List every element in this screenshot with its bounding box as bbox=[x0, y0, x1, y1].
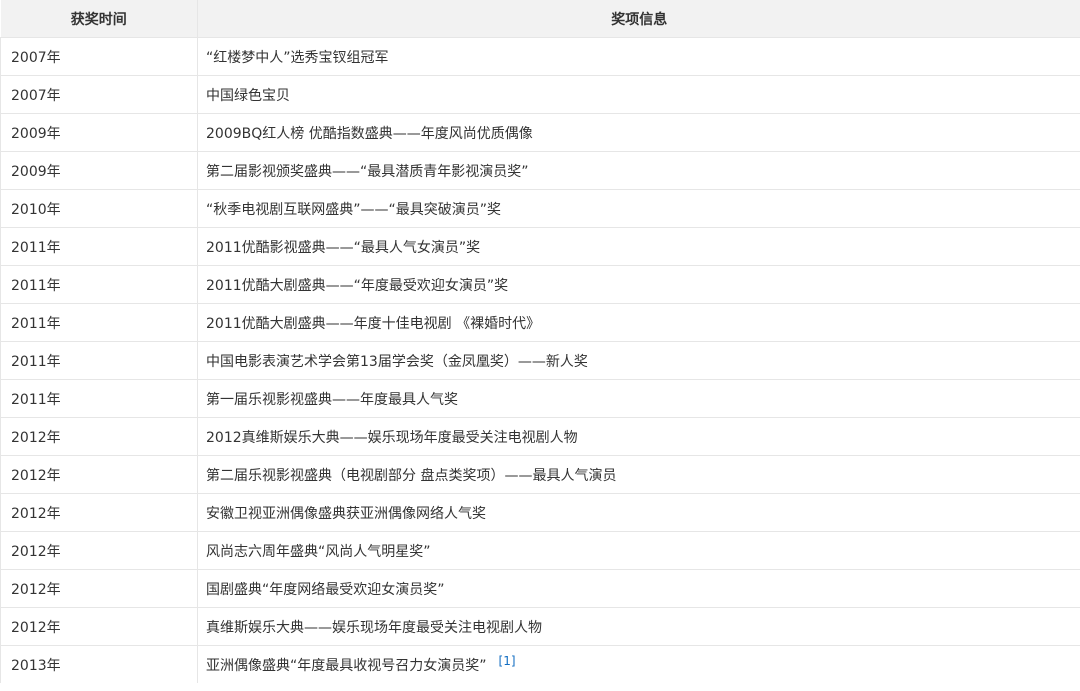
award-info-text: 2011优酷大剧盛典——年度十佳电视剧 《裸婚时代》 bbox=[206, 315, 541, 332]
award-info-text: 安徽卫视亚洲偶像盛典获亚洲偶像网络人气奖 bbox=[206, 505, 486, 522]
award-info-text: “秋季电视剧互联网盛典”——“最具突破演员”奖 bbox=[206, 201, 502, 218]
award-year-cell: 2012年 bbox=[0, 455, 198, 494]
award-info-text: 亚洲偶像盛典“年度最具收视号召力女演员奖” bbox=[206, 658, 487, 674]
award-year-cell: 2007年 bbox=[0, 37, 198, 76]
award-info-cell: 2012真维斯娱乐大典——娱乐现场年度最受关注电视剧人物 bbox=[197, 417, 1080, 456]
table-row: 2007年 “红楼梦中人”选秀宝钗组冠军 bbox=[0, 37, 1080, 76]
award-year-cell: 2011年 bbox=[0, 341, 198, 380]
award-info-text: 2009BQ红人榜 优酷指数盛典——年度风尚优质偶像 bbox=[206, 125, 533, 142]
award-info-cell: 国剧盛典“年度网络最受欢迎女演员奖” bbox=[197, 569, 1080, 608]
table-header-row: 获奖时间 奖项信息 bbox=[0, 0, 1080, 38]
award-info-cell: 2011优酷大剧盛典——年度十佳电视剧 《裸婚时代》 bbox=[197, 303, 1080, 342]
table-row: 2012年 真维斯娱乐大典——娱乐现场年度最受关注电视剧人物 bbox=[0, 607, 1080, 646]
table-row: 2012年 国剧盛典“年度网络最受欢迎女演员奖” bbox=[0, 569, 1080, 608]
award-info-text: 2011优酷影视盛典——“最具人气女演员”奖 bbox=[206, 239, 481, 256]
table-row: 2011年 2011优酷影视盛典——“最具人气女演员”奖 bbox=[0, 227, 1080, 266]
table-row: 2009年 2009BQ红人榜 优酷指数盛典——年度风尚优质偶像 bbox=[0, 113, 1080, 152]
awards-table: 获奖时间 奖项信息 2007年 “红楼梦中人”选秀宝钗组冠军 2007年 中国绿色宝贝… bbox=[0, 0, 1080, 683]
award-year-cell: 2012年 bbox=[0, 417, 198, 456]
table-row: 2012年 风尚志六周年盛典“风尚人气明星奖” bbox=[0, 531, 1080, 570]
award-year-cell: 2007年 bbox=[0, 75, 198, 114]
award-info-text: 第二届影视颁奖盛典——“最具潜质青年影视演员奖” bbox=[206, 163, 529, 180]
award-info-cell: 2011优酷大剧盛典——“年度最受欢迎女演员”奖 bbox=[197, 265, 1080, 304]
table-row: 2010年 “秋季电视剧互联网盛典”——“最具突破演员”奖 bbox=[0, 189, 1080, 228]
award-year-cell: 2012年 bbox=[0, 569, 198, 608]
table-row: 2011年 第一届乐视影视盛典——年度最具人气奖 bbox=[0, 379, 1080, 418]
award-info-cell: “秋季电视剧互联网盛典”——“最具突破演员”奖 bbox=[197, 189, 1080, 228]
table-row: 2011年 2011优酷大剧盛典——年度十佳电视剧 《裸婚时代》 bbox=[0, 303, 1080, 342]
award-year-cell: 2009年 bbox=[0, 151, 198, 190]
award-info-cell: 亚洲偶像盛典“年度最具收视号召力女演员奖” [1] bbox=[198, 646, 1080, 684]
award-info-cell: 安徽卫视亚洲偶像盛典获亚洲偶像网络人气奖 bbox=[197, 493, 1080, 532]
award-year-cell: 2011年 bbox=[0, 303, 198, 342]
table-row: 2011年 中国电影表演艺术学会第13届学会奖（金凤凰奖）——新人奖 bbox=[0, 341, 1080, 380]
award-year-cell: 2010年 bbox=[0, 189, 198, 228]
reference-link[interactable]: [1] bbox=[499, 654, 516, 668]
award-year-cell: 2012年 bbox=[0, 607, 198, 646]
award-info-cell: 第二届乐视影视盛典（电视剧部分 盘点类奖项）——最具人气演员 bbox=[197, 455, 1080, 494]
award-info-text: 国剧盛典“年度网络最受欢迎女演员奖” bbox=[206, 581, 445, 598]
award-info-text: 中国绿色宝贝 bbox=[206, 87, 290, 104]
award-info-cell: 2009BQ红人榜 优酷指数盛典——年度风尚优质偶像 bbox=[197, 113, 1080, 152]
award-info-cell: 中国绿色宝贝 bbox=[197, 75, 1080, 114]
table-row: 2007年 中国绿色宝贝 bbox=[0, 75, 1080, 114]
award-info-cell: 2011优酷影视盛典——“最具人气女演员”奖 bbox=[197, 227, 1080, 266]
table-row: 2009年 第二届影视颁奖盛典——“最具潜质青年影视演员奖” bbox=[0, 151, 1080, 190]
award-year-cell: 2011年 bbox=[0, 379, 198, 418]
award-year-cell: 2012年 bbox=[0, 493, 198, 532]
table-row: 2011年 2011优酷大剧盛典——“年度最受欢迎女演员”奖 bbox=[0, 265, 1080, 304]
award-info-text: 第一届乐视影视盛典——年度最具人气奖 bbox=[206, 391, 458, 408]
award-info-cell: 中国电影表演艺术学会第13届学会奖（金凤凰奖）——新人奖 bbox=[197, 341, 1080, 380]
table-row: 2012年 2012真维斯娱乐大典——娱乐现场年度最受关注电视剧人物 bbox=[0, 417, 1080, 456]
award-info-text: 第二届乐视影视盛典（电视剧部分 盘点类奖项）——最具人气演员 bbox=[206, 467, 617, 484]
table-row: 2012年 第二届乐视影视盛典（电视剧部分 盘点类奖项）——最具人气演员 bbox=[0, 455, 1080, 494]
award-info-text: 2012真维斯娱乐大典——娱乐现场年度最受关注电视剧人物 bbox=[206, 429, 578, 446]
header-award-time: 获奖时间 bbox=[0, 0, 198, 38]
table-row: 2012年 安徽卫视亚洲偶像盛典获亚洲偶像网络人气奖 bbox=[0, 493, 1080, 532]
award-info-cell: 风尚志六周年盛典“风尚人气明星奖” bbox=[197, 531, 1080, 570]
award-year-cell: 2011年 bbox=[0, 265, 198, 304]
award-info-cell: 真维斯娱乐大典——娱乐现场年度最受关注电视剧人物 bbox=[197, 607, 1080, 646]
award-year-cell: 2012年 bbox=[0, 531, 198, 570]
award-info-text: “红楼梦中人”选秀宝钗组冠军 bbox=[206, 49, 389, 66]
award-info-text: 中国电影表演艺术学会第13届学会奖（金凤凰奖）——新人奖 bbox=[206, 353, 588, 370]
award-info-cell: 第二届影视颁奖盛典——“最具潜质青年影视演员奖” bbox=[197, 151, 1080, 190]
award-year-cell: 2013年 bbox=[0, 645, 198, 683]
award-info-text: 真维斯娱乐大典——娱乐现场年度最受关注电视剧人物 bbox=[206, 619, 542, 636]
table-row: 2013年 亚洲偶像盛典“年度最具收视号召力女演员奖” [1] bbox=[0, 645, 1080, 684]
award-info-cell: 第一届乐视影视盛典——年度最具人气奖 bbox=[197, 379, 1080, 418]
award-info-cell: “红楼梦中人”选秀宝钗组冠军 bbox=[197, 37, 1080, 76]
award-year-cell: 2009年 bbox=[0, 113, 198, 152]
award-info-text: 2011优酷大剧盛典——“年度最受欢迎女演员”奖 bbox=[206, 277, 509, 294]
header-award-info: 奖项信息 bbox=[197, 0, 1080, 38]
award-info-text: 风尚志六周年盛典“风尚人气明星奖” bbox=[206, 543, 431, 560]
award-year-cell: 2011年 bbox=[0, 227, 198, 266]
